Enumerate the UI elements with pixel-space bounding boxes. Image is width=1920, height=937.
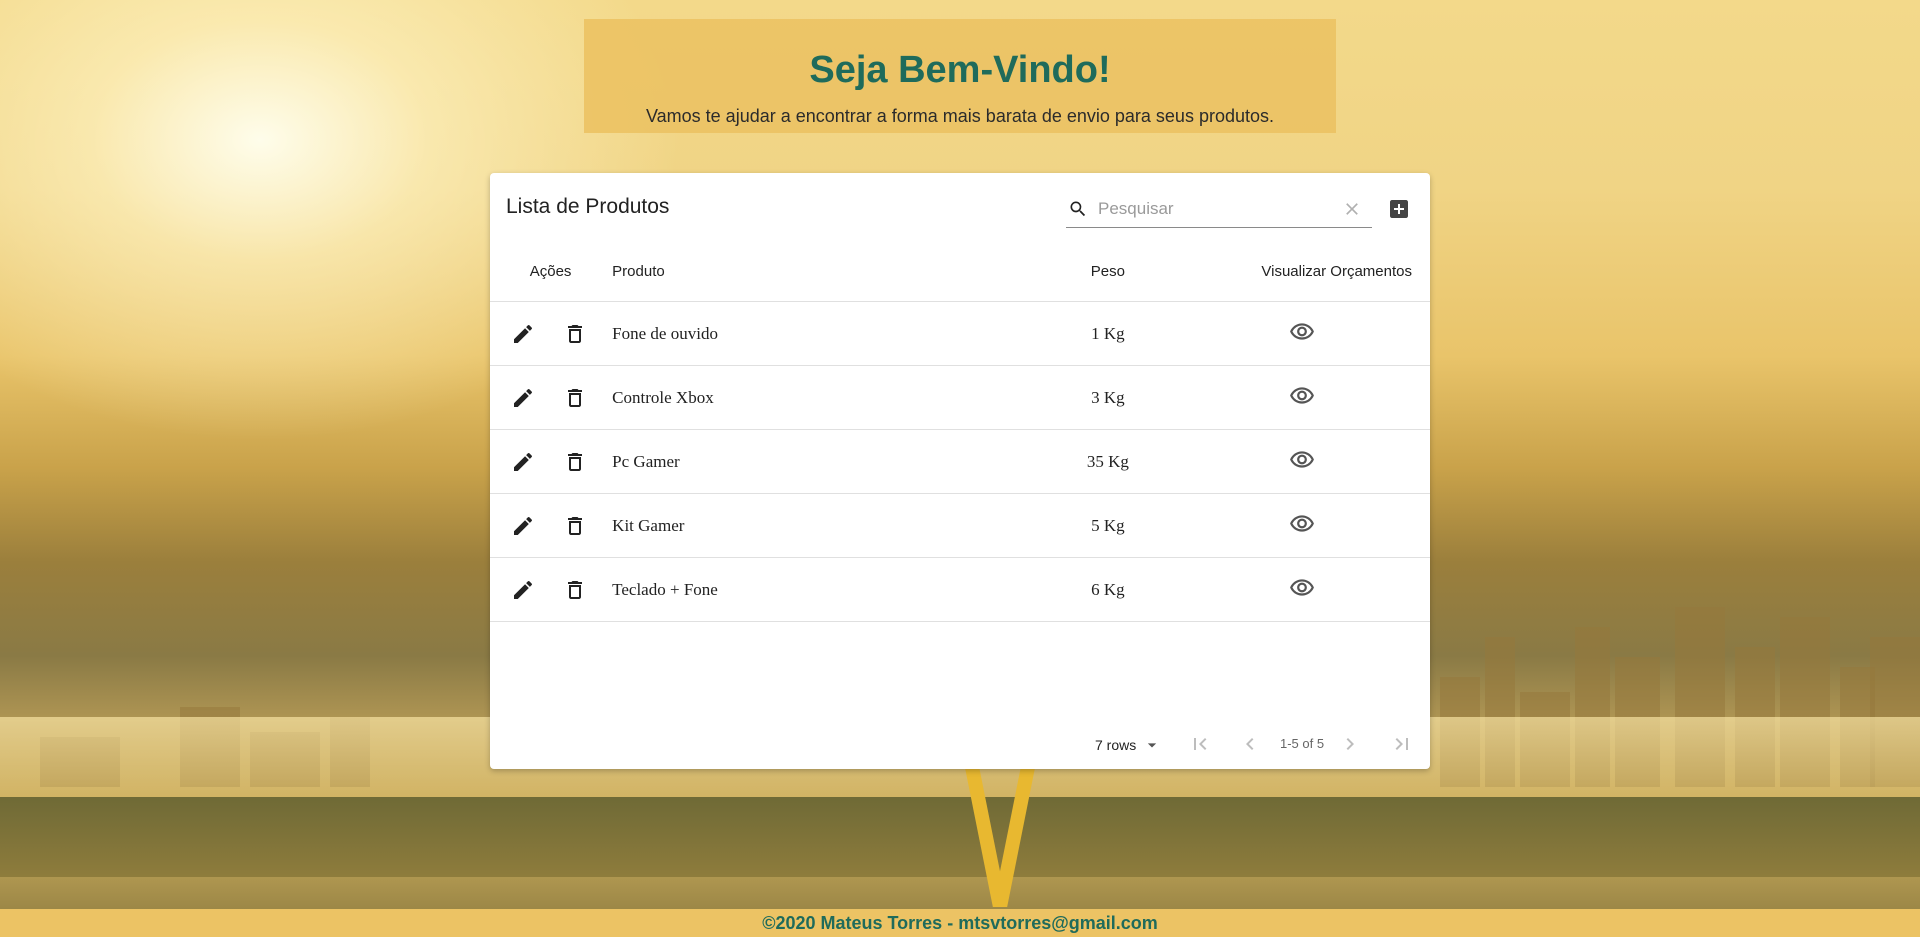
edit-button[interactable] [509,576,537,604]
pencil-icon [514,516,533,535]
weight-cell: 3 Kg [1058,365,1158,430]
pencil-icon [514,388,533,407]
pencil-icon [514,324,533,343]
dropdown-arrow-icon [1148,743,1157,748]
weight-cell: 6 Kg [1058,557,1158,622]
eye-icon [1289,578,1314,596]
column-header-actions: Ações [490,241,612,302]
delete-button[interactable] [561,320,589,348]
edit-button[interactable] [509,512,537,540]
delete-button[interactable] [561,448,589,476]
products-table: Ações Produto Peso Visualizar Orçamentos… [490,241,1430,622]
column-header-product[interactable]: Produto [611,241,1059,302]
search-input[interactable] [1096,195,1330,223]
product-name-cell: Kit Gamer [611,493,1059,558]
view-quotes-button[interactable] [1288,318,1316,346]
edit-button[interactable] [509,448,537,476]
product-list-card: Lista de Produtos Ações Produto Peso Vis… [490,173,1430,769]
view-quotes-button[interactable] [1288,574,1316,602]
weight-cell: 5 Kg [1058,493,1158,558]
close-icon[interactable] [1342,199,1362,219]
page-subtitle: Vamos te ajudar a encontrar a forma mais… [645,106,1274,126]
trash-icon [568,580,582,599]
pencil-icon [514,580,533,599]
trash-icon [568,324,582,343]
add-box-icon[interactable] [1387,197,1411,221]
page-range-label: 1-5 of 5 [1280,736,1325,751]
table-row: Fone de ouvido 1 Kg [490,301,1430,366]
footer-copyright: ©2020 Mateus Torres - mtsvtorres@gmail.c… [762,913,1158,933]
view-quotes-button[interactable] [1288,382,1316,410]
eye-icon [1289,322,1314,340]
table-row: Pc Gamer 35 Kg [490,429,1430,494]
trash-icon [568,452,582,471]
rows-per-page-label: 7 rows [1095,737,1137,753]
delete-button[interactable] [561,576,589,604]
pagination-bar: 7 rows 1-5 of 5 [490,717,1430,769]
trash-icon [568,516,582,535]
product-name-cell: Pc Gamer [611,429,1059,494]
previous-page-icon[interactable] [1238,732,1262,756]
edit-button[interactable] [509,384,537,412]
product-name-cell: Fone de ouvido [611,301,1059,366]
next-page-icon[interactable] [1338,732,1362,756]
table-row: Teclado + Fone 6 Kg [490,557,1430,622]
last-page-icon[interactable] [1390,732,1414,756]
table-title: Lista de Produtos [506,195,670,218]
product-name-cell: Controle Xbox [611,365,1059,430]
table-row: Kit Gamer 5 Kg [490,493,1430,558]
eye-icon [1289,450,1314,468]
weight-cell: 35 Kg [1058,429,1158,494]
search-field [1066,191,1372,228]
column-header-weight[interactable]: Peso [1058,241,1158,302]
eye-icon [1289,514,1314,532]
table-header-row: Ações Produto Peso Visualizar Orçamentos [490,241,1430,302]
view-quotes-button[interactable] [1288,446,1316,474]
pencil-icon [514,452,533,471]
view-quotes-button[interactable] [1288,510,1316,538]
search-icon [1070,201,1086,217]
trash-icon [568,388,582,407]
delete-button[interactable] [561,384,589,412]
eye-icon [1289,386,1314,404]
column-header-view-quotes[interactable]: Visualizar Orçamentos [1157,241,1430,302]
rows-per-page-select[interactable]: 7 rows [1095,735,1162,755]
table-row: Controle Xbox 3 Kg [490,365,1430,430]
table-toolbar: Lista de Produtos [490,173,1430,241]
edit-button[interactable] [509,320,537,348]
welcome-banner: Seja Bem-Vindo! Vamos te ajudar a encont… [584,19,1336,133]
first-page-icon[interactable] [1188,732,1212,756]
weight-cell: 1 Kg [1058,301,1158,366]
page-title: Seja Bem-Vindo! [809,49,1111,91]
page-footer: ©2020 Mateus Torres - mtsvtorres@gmail.c… [0,909,1920,937]
delete-button[interactable] [561,512,589,540]
product-name-cell: Teclado + Fone [611,557,1059,622]
